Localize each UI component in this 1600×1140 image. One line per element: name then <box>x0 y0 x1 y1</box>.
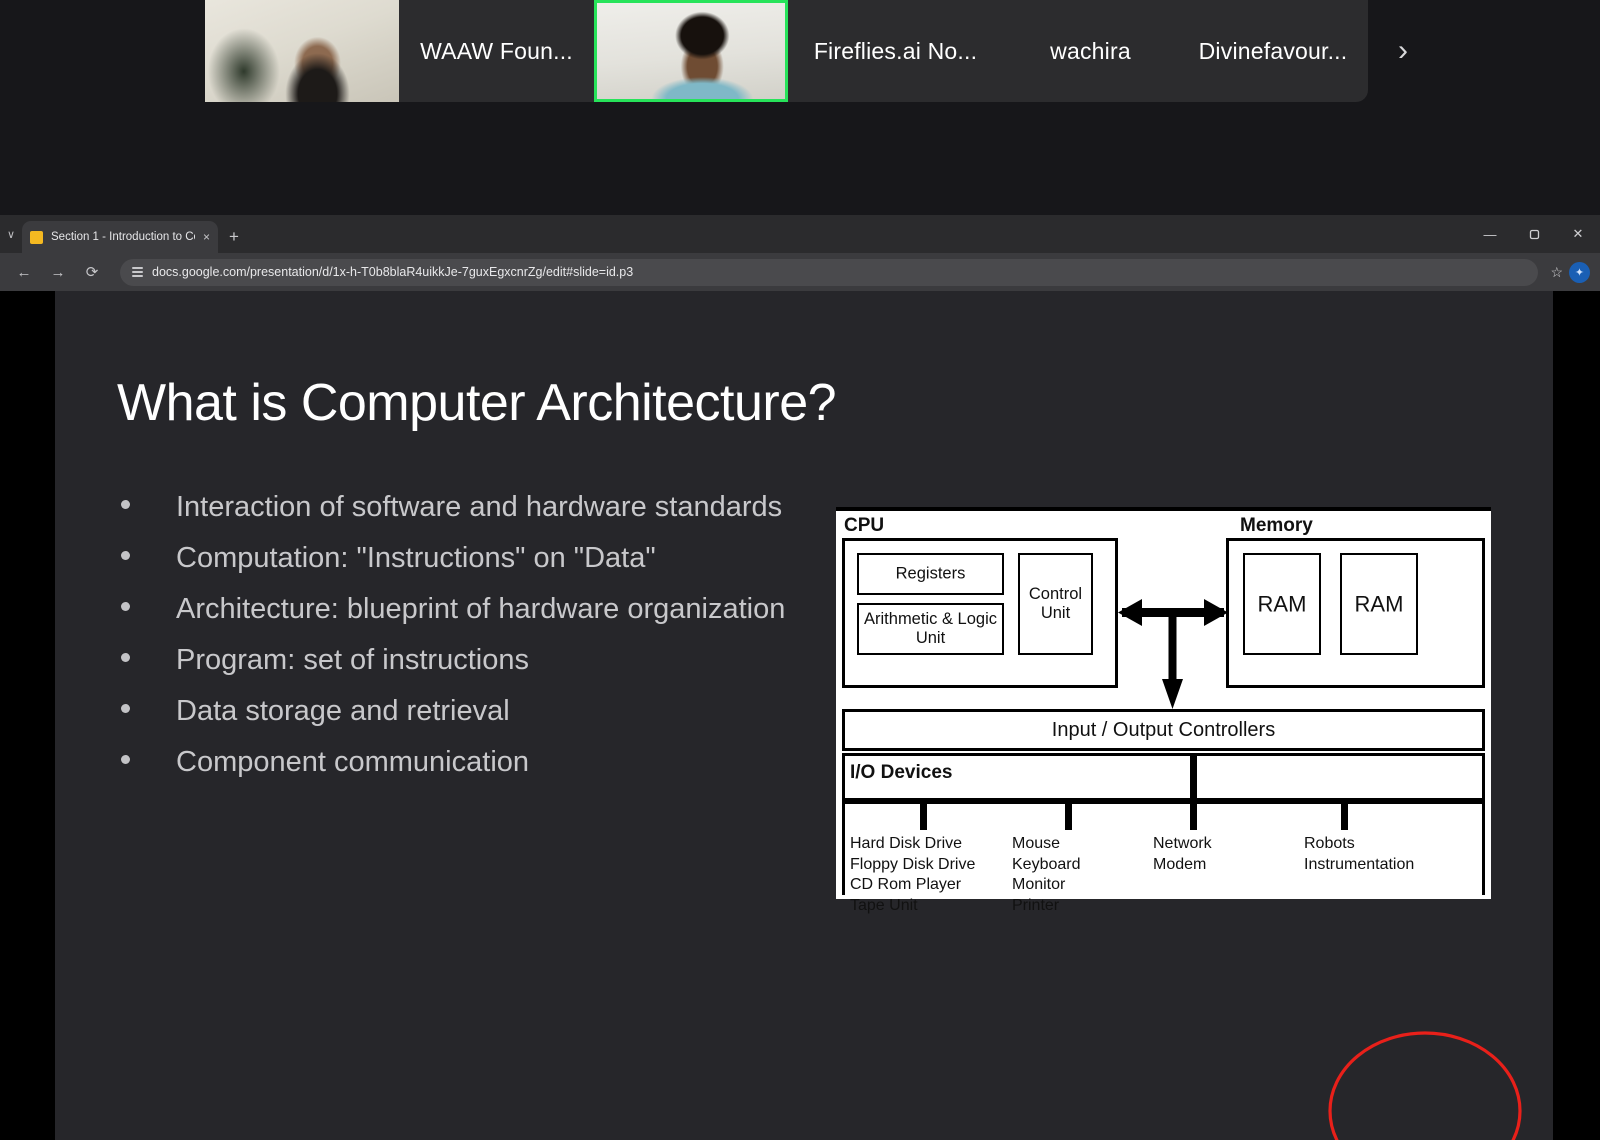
computer-architecture-diagram: CPU Memory Registers Arithmetic & Logic … <box>836 507 1491 914</box>
tab-title: Section 1 - Introduction to Com <box>51 231 195 243</box>
bullet-text: Computation: "Instructions" on "Data" <box>176 542 656 574</box>
back-button[interactable]: ← <box>10 258 38 286</box>
participant-tile-video-1[interactable] <box>205 0 399 102</box>
forward-button[interactable]: → <box>44 258 72 286</box>
bullet-text: Data storage and retrieval <box>176 695 510 727</box>
participant-name-label: wachira <box>1050 37 1131 64</box>
alu-label: Arithmetic & Logic Unit <box>864 610 997 647</box>
participant-tile-divinefavour[interactable]: Divinefavour... <box>1178 0 1368 102</box>
address-bar[interactable]: docs.google.com/presentation/d/1x-h-T0b8… <box>120 258 1539 286</box>
bullet-dot-icon <box>121 704 130 713</box>
screen-root: WAAW Foun... Fireflies.ai No... wachira … <box>0 0 1600 1140</box>
ram-label-2: RAM <box>1354 591 1404 617</box>
new-tab-button[interactable]: + <box>218 221 250 253</box>
device-line: Hard Disk Drive Floppy Disk Drive CD Rom… <box>850 835 976 914</box>
minimize-window-icon[interactable]: — <box>1468 215 1512 253</box>
browser-tab-strip: ∨ Section 1 - Introduction to Com × + — … <box>0 215 1600 253</box>
ram-box-2: RAM <box>1340 553 1418 655</box>
list-item: Data storage and retrieval <box>113 688 813 735</box>
diagram-top-rule <box>836 507 1491 511</box>
alu-box: Arithmetic & Logic Unit <box>857 603 1004 655</box>
webcam-feed-1 <box>205 0 399 102</box>
control-unit-box: Control Unit <box>1018 553 1093 655</box>
device-stem-3 <box>1190 753 1197 830</box>
list-item: Architecture: blueprint of hardware orga… <box>113 586 813 633</box>
list-item: Program: set of instructions <box>113 637 813 684</box>
list-item: Computation: "Instructions" on "Data" <box>113 535 813 582</box>
device-line: Mouse Keyboard Monitor Printer <box>1012 835 1081 914</box>
tab-favicon-icon <box>30 230 43 244</box>
tab-search-chevron-down-icon[interactable]: ∨ <box>0 215 22 253</box>
registers-box: Registers <box>857 553 1004 595</box>
device-line: Network Modem <box>1153 835 1212 873</box>
bullet-text: Interaction of software and hardware sta… <box>176 491 783 523</box>
browser-toolbar: ← → ⟳ docs.google.com/presentation/d/1x-… <box>0 253 1600 291</box>
device-line: Robots Instrumentation <box>1304 835 1415 873</box>
participant-tile-video-2-active-speaker[interactable] <box>594 0 788 102</box>
io-devices-rule <box>842 798 1485 804</box>
bullet-dot-icon <box>121 551 130 560</box>
participant-name-label: Fireflies.ai No... <box>813 37 978 64</box>
memory-label: Memory <box>1240 515 1313 536</box>
bullet-dot-icon <box>121 755 130 764</box>
window-controls: — ✕ <box>1468 215 1600 253</box>
close-tab-icon[interactable]: × <box>203 230 210 244</box>
device-column-robots: Robots Instrumentation <box>1304 834 1414 875</box>
bullet-text: Architecture: blueprint of hardware orga… <box>176 593 786 625</box>
registers-label: Registers <box>895 564 966 583</box>
bullet-text: Component communication <box>176 746 530 778</box>
bullet-text: Program: set of instructions <box>176 644 529 676</box>
restore-window-icon[interactable] <box>1512 215 1556 253</box>
io-controllers-box: Input / Output Controllers <box>842 709 1485 751</box>
io-controllers-label: Input / Output Controllers <box>1051 718 1276 741</box>
device-stem-1 <box>920 804 927 830</box>
reload-button[interactable]: ⟳ <box>78 258 106 286</box>
participant-name-label: WAAW Foun... <box>420 37 573 64</box>
annotation-circle-robots <box>1328 1031 1522 1140</box>
participant-tile-fireflies[interactable]: Fireflies.ai No... <box>788 0 1003 102</box>
participant-tile-wachira[interactable]: wachira <box>1003 0 1178 102</box>
bullet-dot-icon <box>121 602 130 611</box>
cpu-memory-bus-arrows <box>1118 599 1228 709</box>
cpu-label: CPU <box>844 515 885 536</box>
profile-avatar[interactable]: ✦ <box>1569 261 1590 283</box>
device-stem-4 <box>1341 804 1348 830</box>
device-stem-2 <box>1065 804 1072 830</box>
participant-name-label: Divinefavour... <box>1198 37 1348 64</box>
ram-box-1: RAM <box>1243 553 1321 655</box>
restore-glyph <box>1529 229 1539 239</box>
slide-bullet-list: Interaction of software and hardware sta… <box>113 484 813 790</box>
device-column-peripherals: Mouse Keyboard Monitor Printer <box>1012 834 1081 916</box>
site-settings-icon[interactable] <box>132 267 143 277</box>
browser-tab-active[interactable]: Section 1 - Introduction to Com × <box>22 221 218 253</box>
close-window-icon[interactable]: ✕ <box>1556 215 1600 253</box>
bullet-dot-icon <box>121 500 130 509</box>
video-conference-region: WAAW Foun... Fireflies.ai No... wachira … <box>0 0 1600 215</box>
io-devices-label: I/O Devices <box>850 762 953 783</box>
control-unit-label: Control Unit <box>1028 585 1083 622</box>
browser-window: ∨ Section 1 - Introduction to Com × + — … <box>0 215 1600 1140</box>
device-column-storage: Hard Disk Drive Floppy Disk Drive CD Rom… <box>850 834 975 916</box>
bookmark-star-icon[interactable]: ☆ <box>1550 264 1563 281</box>
device-column-network: Network Modem <box>1153 834 1212 875</box>
participant-strip: WAAW Foun... Fireflies.ai No... wachira … <box>205 0 1368 102</box>
participant-tile-waaw-foundation[interactable]: WAAW Foun... <box>399 0 594 102</box>
webcam-feed-2 <box>597 3 785 99</box>
presentation-viewport: What is Computer Architecture? Interacti… <box>0 291 1600 1140</box>
list-item: Component communication <box>113 739 813 786</box>
list-item: Interaction of software and hardware sta… <box>113 484 813 531</box>
ram-label-1: RAM <box>1257 591 1307 617</box>
bullet-dot-icon <box>121 653 130 662</box>
slide-title: What is Computer Architecture? <box>117 374 837 432</box>
address-bar-url: docs.google.com/presentation/d/1x-h-T0b8… <box>152 265 634 279</box>
next-participants-chevron-icon[interactable]: › <box>1374 22 1432 80</box>
slide-canvas[interactable]: What is Computer Architecture? Interacti… <box>55 291 1553 1140</box>
